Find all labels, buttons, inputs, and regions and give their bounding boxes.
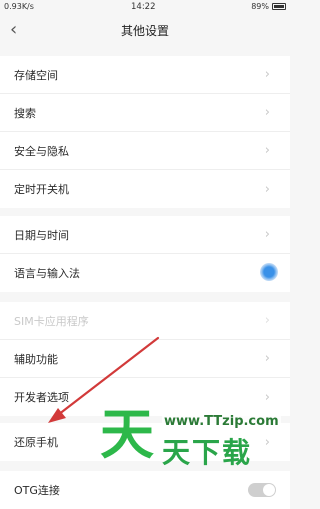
settings-item-label: 开发者选项 [14, 391, 69, 404]
network-speed: 0.93K/s [4, 2, 34, 11]
battery-icon [272, 3, 286, 10]
settings-item-label: OTG连接 [14, 484, 60, 497]
floating-ball-icon[interactable] [260, 263, 278, 281]
chevron-right-icon: › [264, 67, 270, 82]
settings-item-storage[interactable]: 存储空间 › [0, 56, 290, 94]
chevron-right-icon: › [264, 313, 270, 328]
status-bar: 0.93K/s 14:22 89% [0, 0, 290, 14]
settings-item-search[interactable]: 搜索 › [0, 94, 290, 132]
settings-item-label: 还原手机 [14, 436, 58, 449]
settings-item-language-input[interactable]: 语言与输入法 [0, 254, 290, 292]
chevron-right-icon: › [264, 143, 270, 158]
settings-item-security-privacy[interactable]: 安全与隐私 › [0, 132, 290, 170]
chevron-right-icon: › [264, 105, 270, 120]
battery-percent: 89% [251, 2, 269, 11]
back-icon[interactable]: ‹ [10, 20, 17, 40]
settings-group-3: SIM卡应用程序 › 辅助功能 › 开发者选项 › [0, 302, 290, 416]
settings-item-label: SIM卡应用程序 [14, 314, 89, 328]
page-title: 其他设置 [120, 23, 169, 38]
watermark-url: www.TTzip.com [162, 414, 281, 429]
settings-item-label: 存储空间 [14, 68, 58, 82]
settings-item-sim-apps: SIM卡应用程序 › [0, 302, 290, 340]
settings-item-label: 辅助功能 [14, 352, 58, 366]
watermark-big-char: 天 [100, 403, 154, 466]
settings-group-1: 存储空间 › 搜索 › 安全与隐私 › 定时开关机 › [0, 56, 290, 208]
chevron-right-icon: › [264, 227, 270, 242]
chevron-right-icon: › [264, 351, 270, 366]
settings-item-label: 定时开关机 [14, 183, 69, 196]
title-bar: ‹ 其他设置 [0, 15, 290, 45]
settings-item-scheduled-power[interactable]: 定时开关机 › [0, 170, 290, 208]
watermark-text: 天下载 [162, 436, 253, 469]
settings-item-label: 语言与输入法 [14, 267, 80, 280]
status-right: 89% [251, 2, 286, 11]
settings-item-label: 搜索 [14, 106, 36, 120]
watermark-logo: 天 www.TTzip.com 天下载 [100, 400, 290, 490]
settings-group-2: 日期与时间 › 语言与输入法 [0, 216, 290, 292]
settings-item-label: 日期与时间 [14, 228, 69, 242]
clock: 14:22 [131, 2, 156, 12]
settings-item-date-time[interactable]: 日期与时间 › [0, 216, 290, 254]
chevron-right-icon: › [264, 181, 270, 197]
settings-item-accessibility[interactable]: 辅助功能 › [0, 340, 290, 378]
settings-item-label: 安全与隐私 [14, 144, 69, 158]
